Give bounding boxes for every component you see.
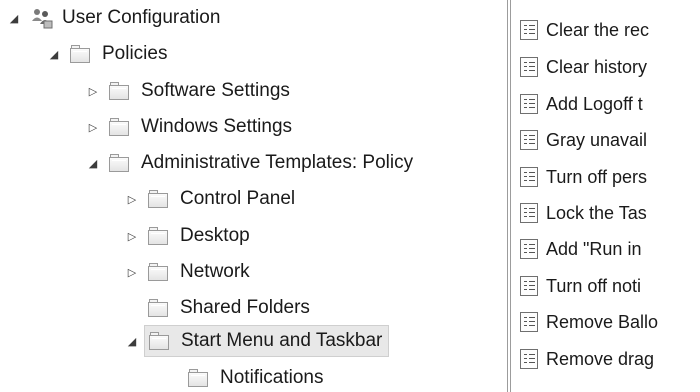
users-config-icon: [30, 7, 54, 29]
tree-node-label: Control Panel: [180, 188, 296, 209]
collapsed-arrow-icon[interactable]: ▷: [124, 191, 140, 207]
policy-setting-icon: [520, 203, 538, 223]
folder-icon: [109, 154, 129, 172]
folder-icon: [148, 299, 168, 317]
tree-node-label: Software Settings: [141, 80, 290, 101]
tree-node-label: Shared Folders: [180, 297, 310, 318]
tree-node-software-settings[interactable]: ▷ Software Settings: [85, 75, 290, 107]
list-item[interactable]: Clear the rec: [514, 14, 649, 46]
list-item[interactable]: Clear history: [514, 51, 647, 83]
expanded-arrow-icon[interactable]: ◢: [85, 155, 101, 171]
tree-node-label: Desktop: [180, 225, 250, 246]
list-item[interactable]: Lock the Tas: [514, 197, 647, 229]
policy-setting-icon: [520, 349, 538, 369]
tree-node-shared-folders[interactable]: Shared Folders: [124, 292, 310, 324]
tree-node-network[interactable]: ▷ Network: [124, 256, 250, 288]
tree-node-user-configuration[interactable]: ◢ User Configuration: [6, 2, 220, 34]
list-item[interactable]: Add Logoff t: [514, 88, 643, 120]
navigation-tree: ◢ User Configuration ◢ Policies ▷ Softwa…: [0, 0, 508, 392]
setting-name: Add Logoff t: [546, 93, 643, 114]
setting-name: Remove Ballo: [546, 311, 659, 332]
folder-icon: [148, 227, 168, 245]
policy-setting-icon: [520, 276, 538, 296]
folder-icon: [148, 263, 168, 281]
tree-node-label: Windows Settings: [141, 116, 293, 137]
setting-name: Add "Run in: [546, 238, 642, 259]
policy-setting-icon: [520, 312, 538, 332]
settings-list: Clear the rec Clear history Add Logoff t…: [514, 0, 700, 392]
tree-node-administrative-templates[interactable]: ◢ Administrative Templates: Policy: [85, 147, 413, 179]
collapsed-arrow-icon[interactable]: ▷: [124, 228, 140, 244]
setting-name: Clear history: [546, 56, 648, 77]
collapsed-arrow-icon[interactable]: ▷: [124, 264, 140, 280]
folder-icon: [188, 369, 208, 387]
expanded-arrow-icon[interactable]: ◢: [6, 10, 22, 26]
policy-setting-icon: [520, 20, 538, 40]
policy-setting-icon: [520, 167, 538, 187]
policy-setting-icon: [520, 94, 538, 114]
tree-node-label: Notifications: [220, 367, 324, 388]
list-item[interactable]: Gray unavail: [514, 124, 647, 156]
list-item[interactable]: Remove Ballo: [514, 306, 658, 338]
setting-name: Lock the Tas: [546, 202, 647, 223]
tree-node-label: Start Menu and Taskbar: [181, 330, 383, 351]
expanded-arrow-icon[interactable]: ◢: [46, 46, 62, 62]
list-item[interactable]: Remove drag: [514, 343, 654, 375]
tree-node-label: Administrative Templates: Policy: [141, 152, 414, 173]
list-item[interactable]: Turn off noti: [514, 270, 641, 302]
policy-setting-icon: [520, 57, 538, 77]
setting-name: Gray unavail: [546, 129, 648, 150]
list-item[interactable]: Turn off pers: [514, 161, 647, 193]
list-item[interactable]: Add "Run in: [514, 233, 641, 265]
tree-node-desktop[interactable]: ▷ Desktop: [124, 220, 250, 252]
folder-icon: [109, 82, 129, 100]
expanded-arrow-icon[interactable]: ◢: [124, 333, 140, 349]
setting-name: Turn off pers: [546, 166, 648, 187]
setting-name: Turn off noti: [546, 275, 642, 296]
folder-icon: [148, 190, 168, 208]
collapsed-arrow-icon[interactable]: ▷: [85, 119, 101, 135]
folder-icon: [149, 332, 169, 350]
tree-node-start-menu-and-taskbar[interactable]: ◢ Start Menu and Taskbar: [124, 325, 390, 357]
selected-node-highlight[interactable]: Start Menu and Taskbar: [144, 325, 390, 357]
policy-setting-icon: [520, 239, 538, 259]
tree-node-label: Policies: [102, 43, 168, 64]
setting-name: Clear the rec: [546, 19, 650, 40]
policy-setting-icon: [520, 130, 538, 150]
tree-node-notifications[interactable]: Notifications: [164, 362, 324, 392]
tree-node-policies[interactable]: ◢ Policies: [46, 38, 168, 70]
tree-node-control-panel[interactable]: ▷ Control Panel: [124, 183, 295, 215]
tree-node-label: User Configuration: [62, 7, 221, 28]
setting-name: Remove drag: [546, 348, 655, 369]
tree-node-label: Network: [180, 261, 250, 282]
tree-node-windows-settings[interactable]: ▷ Windows Settings: [85, 111, 292, 143]
pane-splitter[interactable]: [507, 0, 511, 392]
collapsed-arrow-icon[interactable]: ▷: [85, 83, 101, 99]
folder-icon: [70, 45, 90, 63]
folder-icon: [109, 118, 129, 136]
